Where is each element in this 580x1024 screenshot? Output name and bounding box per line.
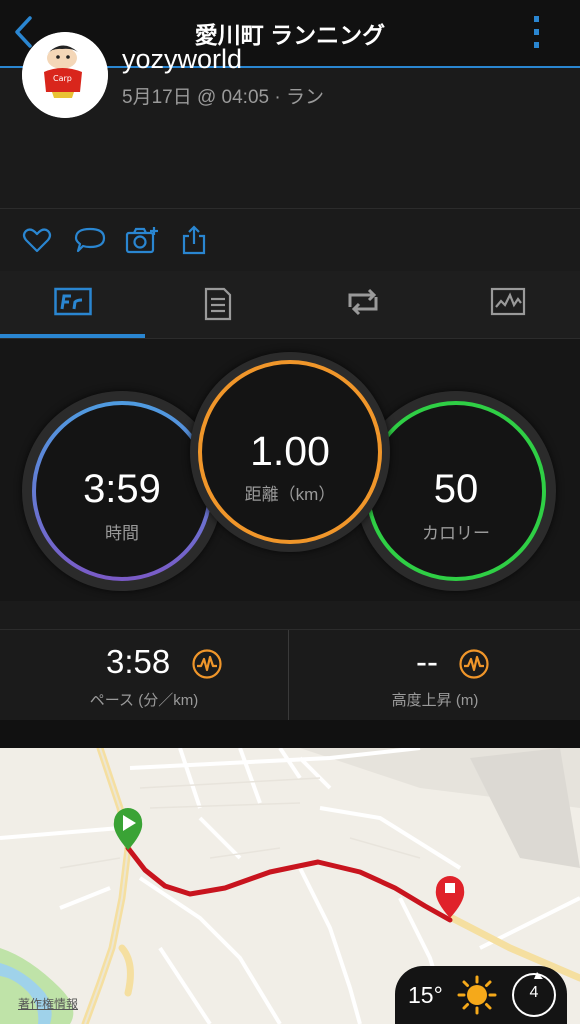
username[interactable]: yozyworld	[122, 44, 242, 75]
temperature-value: 15°	[408, 982, 443, 1008]
map-credit-link[interactable]: 著作権情報	[18, 995, 78, 1012]
elevation-label: 高度上昇 (m)	[391, 692, 479, 709]
sun-icon	[457, 975, 497, 1015]
distance-value: 1.00	[250, 428, 330, 474]
heart-icon	[22, 228, 52, 253]
tab-laps[interactable]	[290, 271, 435, 338]
stats-summary-icon	[53, 287, 92, 316]
section-gap	[0, 720, 580, 748]
avatar-image: Carp	[22, 32, 108, 118]
tab-charts[interactable]	[435, 271, 580, 338]
distance-circle: 1.00 距離（km）	[190, 352, 390, 552]
elevation-value: --	[416, 643, 438, 680]
share-button[interactable]	[180, 224, 212, 256]
document-list-icon	[204, 287, 231, 321]
wind-speed-value: 4	[529, 984, 539, 1001]
camera-plus-icon	[125, 227, 158, 254]
pace-label: ペース (分／km)	[89, 692, 199, 709]
tab-details[interactable]	[145, 271, 290, 338]
avatar[interactable]: Carp	[22, 32, 108, 118]
spacer-strip	[0, 601, 580, 630]
repeat-icon	[348, 288, 377, 316]
pace-value: 3:58	[106, 643, 171, 680]
tab-bar	[0, 271, 580, 339]
share-icon	[182, 225, 206, 255]
speech-bubble-icon	[74, 227, 106, 253]
active-tab-indicator	[0, 334, 145, 338]
tab-summary[interactable]	[0, 271, 145, 338]
distance-label: 距離（km）	[244, 485, 336, 504]
vertical-dots-icon	[534, 16, 539, 48]
activity-chart-icon	[490, 287, 525, 316]
svg-text:Carp: Carp	[53, 74, 72, 83]
more-options-button[interactable]	[524, 12, 550, 52]
activity-meta: 5月17日 @ 04:05 · ラン	[122, 87, 324, 108]
stats-divider	[288, 630, 289, 720]
like-button[interactable]	[22, 225, 54, 257]
comment-button[interactable]	[74, 225, 106, 257]
elevation-chart-icon[interactable]	[458, 648, 490, 680]
add-photo-button[interactable]	[125, 225, 158, 257]
pace-chart-icon[interactable]	[191, 648, 223, 680]
